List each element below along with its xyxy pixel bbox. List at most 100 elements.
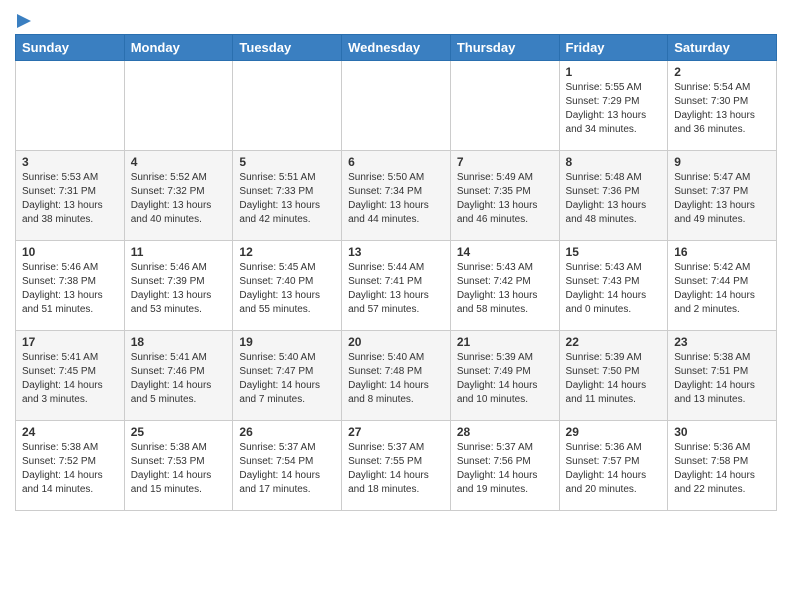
calendar-cell: 10 Sunrise: 5:46 AMSunset: 7:38 PMDaylig… bbox=[16, 241, 125, 331]
calendar-cell bbox=[450, 61, 559, 151]
day-info: Sunrise: 5:53 AMSunset: 7:31 PMDaylight:… bbox=[22, 172, 103, 225]
calendar-week-row: 24 Sunrise: 5:38 AMSunset: 7:52 PMDaylig… bbox=[16, 421, 777, 511]
day-number: 20 bbox=[348, 335, 444, 349]
logo bbox=[15, 14, 31, 28]
day-info: Sunrise: 5:44 AMSunset: 7:41 PMDaylight:… bbox=[348, 262, 429, 315]
calendar-cell: 27 Sunrise: 5:37 AMSunset: 7:55 PMDaylig… bbox=[342, 421, 451, 511]
day-info: Sunrise: 5:38 AMSunset: 7:52 PMDaylight:… bbox=[22, 442, 103, 495]
calendar-week-row: 3 Sunrise: 5:53 AMSunset: 7:31 PMDayligh… bbox=[16, 151, 777, 241]
day-number: 19 bbox=[239, 335, 335, 349]
day-info: Sunrise: 5:46 AMSunset: 7:39 PMDaylight:… bbox=[131, 262, 212, 315]
calendar-header-cell: Thursday bbox=[450, 35, 559, 61]
day-number: 29 bbox=[566, 425, 662, 439]
calendar-table: SundayMondayTuesdayWednesdayThursdayFrid… bbox=[15, 34, 777, 511]
day-number: 14 bbox=[457, 245, 553, 259]
calendar-cell bbox=[233, 61, 342, 151]
day-info: Sunrise: 5:41 AMSunset: 7:45 PMDaylight:… bbox=[22, 352, 103, 405]
day-info: Sunrise: 5:37 AMSunset: 7:54 PMDaylight:… bbox=[239, 442, 320, 495]
calendar-cell: 16 Sunrise: 5:42 AMSunset: 7:44 PMDaylig… bbox=[668, 241, 777, 331]
day-info: Sunrise: 5:49 AMSunset: 7:35 PMDaylight:… bbox=[457, 172, 538, 225]
calendar-week-row: 1 Sunrise: 5:55 AMSunset: 7:29 PMDayligh… bbox=[16, 61, 777, 151]
day-info: Sunrise: 5:37 AMSunset: 7:55 PMDaylight:… bbox=[348, 442, 429, 495]
calendar-cell bbox=[342, 61, 451, 151]
day-number: 1 bbox=[566, 65, 662, 79]
day-info: Sunrise: 5:39 AMSunset: 7:49 PMDaylight:… bbox=[457, 352, 538, 405]
calendar-body: 1 Sunrise: 5:55 AMSunset: 7:29 PMDayligh… bbox=[16, 61, 777, 511]
day-info: Sunrise: 5:37 AMSunset: 7:56 PMDaylight:… bbox=[457, 442, 538, 495]
day-info: Sunrise: 5:48 AMSunset: 7:36 PMDaylight:… bbox=[566, 172, 647, 225]
day-info: Sunrise: 5:50 AMSunset: 7:34 PMDaylight:… bbox=[348, 172, 429, 225]
day-info: Sunrise: 5:52 AMSunset: 7:32 PMDaylight:… bbox=[131, 172, 212, 225]
day-number: 24 bbox=[22, 425, 118, 439]
calendar-cell: 5 Sunrise: 5:51 AMSunset: 7:33 PMDayligh… bbox=[233, 151, 342, 241]
calendar-header-row: SundayMondayTuesdayWednesdayThursdayFrid… bbox=[16, 35, 777, 61]
calendar-cell bbox=[16, 61, 125, 151]
day-info: Sunrise: 5:51 AMSunset: 7:33 PMDaylight:… bbox=[239, 172, 320, 225]
day-number: 11 bbox=[131, 245, 227, 259]
calendar-cell: 15 Sunrise: 5:43 AMSunset: 7:43 PMDaylig… bbox=[559, 241, 668, 331]
day-number: 7 bbox=[457, 155, 553, 169]
day-info: Sunrise: 5:41 AMSunset: 7:46 PMDaylight:… bbox=[131, 352, 212, 405]
day-info: Sunrise: 5:45 AMSunset: 7:40 PMDaylight:… bbox=[239, 262, 320, 315]
calendar-header-cell: Sunday bbox=[16, 35, 125, 61]
day-info: Sunrise: 5:36 AMSunset: 7:57 PMDaylight:… bbox=[566, 442, 647, 495]
calendar-week-row: 10 Sunrise: 5:46 AMSunset: 7:38 PMDaylig… bbox=[16, 241, 777, 331]
day-number: 27 bbox=[348, 425, 444, 439]
calendar-cell: 21 Sunrise: 5:39 AMSunset: 7:49 PMDaylig… bbox=[450, 331, 559, 421]
calendar-header-cell: Wednesday bbox=[342, 35, 451, 61]
calendar-cell: 9 Sunrise: 5:47 AMSunset: 7:37 PMDayligh… bbox=[668, 151, 777, 241]
logo-icon bbox=[17, 14, 31, 28]
calendar-cell: 13 Sunrise: 5:44 AMSunset: 7:41 PMDaylig… bbox=[342, 241, 451, 331]
day-number: 30 bbox=[674, 425, 770, 439]
calendar-cell: 3 Sunrise: 5:53 AMSunset: 7:31 PMDayligh… bbox=[16, 151, 125, 241]
calendar-cell: 2 Sunrise: 5:54 AMSunset: 7:30 PMDayligh… bbox=[668, 61, 777, 151]
calendar-cell: 30 Sunrise: 5:36 AMSunset: 7:58 PMDaylig… bbox=[668, 421, 777, 511]
calendar-cell: 20 Sunrise: 5:40 AMSunset: 7:48 PMDaylig… bbox=[342, 331, 451, 421]
calendar-cell: 28 Sunrise: 5:37 AMSunset: 7:56 PMDaylig… bbox=[450, 421, 559, 511]
day-number: 3 bbox=[22, 155, 118, 169]
day-number: 2 bbox=[674, 65, 770, 79]
calendar-cell: 11 Sunrise: 5:46 AMSunset: 7:39 PMDaylig… bbox=[124, 241, 233, 331]
calendar-cell: 25 Sunrise: 5:38 AMSunset: 7:53 PMDaylig… bbox=[124, 421, 233, 511]
day-info: Sunrise: 5:40 AMSunset: 7:47 PMDaylight:… bbox=[239, 352, 320, 405]
day-number: 21 bbox=[457, 335, 553, 349]
day-info: Sunrise: 5:40 AMSunset: 7:48 PMDaylight:… bbox=[348, 352, 429, 405]
day-number: 25 bbox=[131, 425, 227, 439]
day-number: 18 bbox=[131, 335, 227, 349]
day-number: 28 bbox=[457, 425, 553, 439]
day-info: Sunrise: 5:43 AMSunset: 7:42 PMDaylight:… bbox=[457, 262, 538, 315]
day-info: Sunrise: 5:46 AMSunset: 7:38 PMDaylight:… bbox=[22, 262, 103, 315]
day-number: 17 bbox=[22, 335, 118, 349]
calendar-cell: 19 Sunrise: 5:40 AMSunset: 7:47 PMDaylig… bbox=[233, 331, 342, 421]
day-info: Sunrise: 5:36 AMSunset: 7:58 PMDaylight:… bbox=[674, 442, 755, 495]
day-number: 8 bbox=[566, 155, 662, 169]
calendar-cell: 18 Sunrise: 5:41 AMSunset: 7:46 PMDaylig… bbox=[124, 331, 233, 421]
day-number: 10 bbox=[22, 245, 118, 259]
day-number: 22 bbox=[566, 335, 662, 349]
calendar-cell: 22 Sunrise: 5:39 AMSunset: 7:50 PMDaylig… bbox=[559, 331, 668, 421]
calendar-header-cell: Friday bbox=[559, 35, 668, 61]
day-number: 13 bbox=[348, 245, 444, 259]
calendar-header-cell: Tuesday bbox=[233, 35, 342, 61]
day-number: 9 bbox=[674, 155, 770, 169]
calendar-cell: 26 Sunrise: 5:37 AMSunset: 7:54 PMDaylig… bbox=[233, 421, 342, 511]
calendar-cell: 12 Sunrise: 5:45 AMSunset: 7:40 PMDaylig… bbox=[233, 241, 342, 331]
day-number: 26 bbox=[239, 425, 335, 439]
calendar-cell: 6 Sunrise: 5:50 AMSunset: 7:34 PMDayligh… bbox=[342, 151, 451, 241]
day-info: Sunrise: 5:54 AMSunset: 7:30 PMDaylight:… bbox=[674, 82, 755, 135]
page-header bbox=[15, 10, 777, 28]
day-info: Sunrise: 5:39 AMSunset: 7:50 PMDaylight:… bbox=[566, 352, 647, 405]
day-number: 23 bbox=[674, 335, 770, 349]
calendar-header-cell: Monday bbox=[124, 35, 233, 61]
day-info: Sunrise: 5:55 AMSunset: 7:29 PMDaylight:… bbox=[566, 82, 647, 135]
day-number: 6 bbox=[348, 155, 444, 169]
day-info: Sunrise: 5:47 AMSunset: 7:37 PMDaylight:… bbox=[674, 172, 755, 225]
calendar-cell: 29 Sunrise: 5:36 AMSunset: 7:57 PMDaylig… bbox=[559, 421, 668, 511]
calendar-cell bbox=[124, 61, 233, 151]
day-info: Sunrise: 5:38 AMSunset: 7:53 PMDaylight:… bbox=[131, 442, 212, 495]
calendar-cell: 1 Sunrise: 5:55 AMSunset: 7:29 PMDayligh… bbox=[559, 61, 668, 151]
day-number: 5 bbox=[239, 155, 335, 169]
calendar-cell: 24 Sunrise: 5:38 AMSunset: 7:52 PMDaylig… bbox=[16, 421, 125, 511]
calendar-cell: 14 Sunrise: 5:43 AMSunset: 7:42 PMDaylig… bbox=[450, 241, 559, 331]
day-number: 12 bbox=[239, 245, 335, 259]
